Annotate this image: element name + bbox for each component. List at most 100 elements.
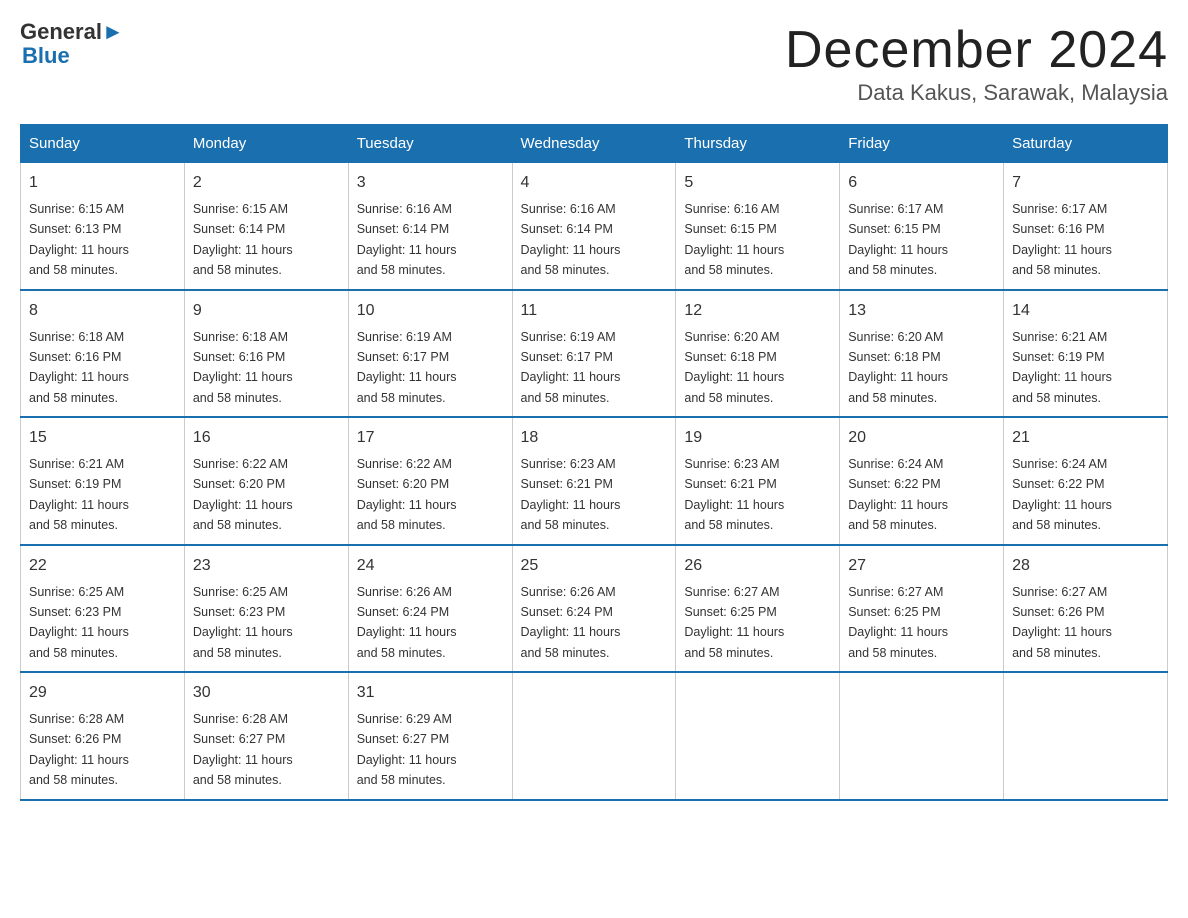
calendar-cell: 12 Sunrise: 6:20 AM Sunset: 6:18 PM Dayl… <box>676 290 840 418</box>
day-info: Sunrise: 6:27 AM Sunset: 6:25 PM Dayligh… <box>848 585 948 660</box>
day-info: Sunrise: 6:29 AM Sunset: 6:27 PM Dayligh… <box>357 712 457 787</box>
calendar-cell: 29 Sunrise: 6:28 AM Sunset: 6:26 PM Dayl… <box>21 672 185 800</box>
calendar-title: December 2024 <box>785 20 1168 80</box>
day-info: Sunrise: 6:18 AM Sunset: 6:16 PM Dayligh… <box>193 330 293 405</box>
calendar-cell: 26 Sunrise: 6:27 AM Sunset: 6:25 PM Dayl… <box>676 545 840 673</box>
page-header: General► Blue December 2024 Data Kakus, … <box>20 20 1168 106</box>
logo: General► Blue <box>20 20 124 68</box>
day-number: 17 <box>357 426 504 450</box>
day-number: 3 <box>357 171 504 195</box>
day-number: 30 <box>193 681 340 705</box>
calendar-table: SundayMondayTuesdayWednesdayThursdayFrid… <box>20 124 1168 801</box>
calendar-cell: 18 Sunrise: 6:23 AM Sunset: 6:21 PM Dayl… <box>512 417 676 545</box>
calendar-cell: 20 Sunrise: 6:24 AM Sunset: 6:22 PM Dayl… <box>840 417 1004 545</box>
calendar-cell: 27 Sunrise: 6:27 AM Sunset: 6:25 PM Dayl… <box>840 545 1004 673</box>
day-number: 20 <box>848 426 995 450</box>
day-number: 15 <box>29 426 176 450</box>
calendar-col-sunday: Sunday <box>21 125 185 163</box>
calendar-week-5: 29 Sunrise: 6:28 AM Sunset: 6:26 PM Dayl… <box>21 672 1168 800</box>
day-info: Sunrise: 6:15 AM Sunset: 6:14 PM Dayligh… <box>193 202 293 277</box>
calendar-cell: 13 Sunrise: 6:20 AM Sunset: 6:18 PM Dayl… <box>840 290 1004 418</box>
day-number: 22 <box>29 554 176 578</box>
day-number: 8 <box>29 299 176 323</box>
day-info: Sunrise: 6:27 AM Sunset: 6:26 PM Dayligh… <box>1012 585 1112 660</box>
calendar-week-4: 22 Sunrise: 6:25 AM Sunset: 6:23 PM Dayl… <box>21 545 1168 673</box>
calendar-cell: 10 Sunrise: 6:19 AM Sunset: 6:17 PM Dayl… <box>348 290 512 418</box>
calendar-cell: 2 Sunrise: 6:15 AM Sunset: 6:14 PM Dayli… <box>184 163 348 290</box>
day-number: 11 <box>521 299 668 323</box>
day-number: 2 <box>193 171 340 195</box>
calendar-cell: 22 Sunrise: 6:25 AM Sunset: 6:23 PM Dayl… <box>21 545 185 673</box>
day-number: 1 <box>29 171 176 195</box>
day-info: Sunrise: 6:28 AM Sunset: 6:27 PM Dayligh… <box>193 712 293 787</box>
calendar-cell <box>512 672 676 800</box>
calendar-cell <box>1004 672 1168 800</box>
title-block: December 2024 Data Kakus, Sarawak, Malay… <box>785 20 1168 106</box>
calendar-cell: 31 Sunrise: 6:29 AM Sunset: 6:27 PM Dayl… <box>348 672 512 800</box>
calendar-cell: 7 Sunrise: 6:17 AM Sunset: 6:16 PM Dayli… <box>1004 163 1168 290</box>
day-number: 29 <box>29 681 176 705</box>
calendar-col-monday: Monday <box>184 125 348 163</box>
day-info: Sunrise: 6:26 AM Sunset: 6:24 PM Dayligh… <box>357 585 457 660</box>
day-number: 26 <box>684 554 831 578</box>
day-number: 23 <box>193 554 340 578</box>
day-number: 31 <box>357 681 504 705</box>
calendar-col-wednesday: Wednesday <box>512 125 676 163</box>
day-number: 7 <box>1012 171 1159 195</box>
day-info: Sunrise: 6:23 AM Sunset: 6:21 PM Dayligh… <box>684 457 784 532</box>
day-info: Sunrise: 6:22 AM Sunset: 6:20 PM Dayligh… <box>357 457 457 532</box>
calendar-subtitle: Data Kakus, Sarawak, Malaysia <box>785 80 1168 106</box>
calendar-col-saturday: Saturday <box>1004 125 1168 163</box>
day-info: Sunrise: 6:16 AM Sunset: 6:14 PM Dayligh… <box>357 202 457 277</box>
day-number: 27 <box>848 554 995 578</box>
day-info: Sunrise: 6:19 AM Sunset: 6:17 PM Dayligh… <box>357 330 457 405</box>
calendar-cell: 9 Sunrise: 6:18 AM Sunset: 6:16 PM Dayli… <box>184 290 348 418</box>
calendar-col-friday: Friday <box>840 125 1004 163</box>
calendar-cell: 14 Sunrise: 6:21 AM Sunset: 6:19 PM Dayl… <box>1004 290 1168 418</box>
day-info: Sunrise: 6:28 AM Sunset: 6:26 PM Dayligh… <box>29 712 129 787</box>
calendar-week-2: 8 Sunrise: 6:18 AM Sunset: 6:16 PM Dayli… <box>21 290 1168 418</box>
calendar-cell: 16 Sunrise: 6:22 AM Sunset: 6:20 PM Dayl… <box>184 417 348 545</box>
calendar-cell: 4 Sunrise: 6:16 AM Sunset: 6:14 PM Dayli… <box>512 163 676 290</box>
day-info: Sunrise: 6:27 AM Sunset: 6:25 PM Dayligh… <box>684 585 784 660</box>
day-info: Sunrise: 6:25 AM Sunset: 6:23 PM Dayligh… <box>193 585 293 660</box>
day-info: Sunrise: 6:17 AM Sunset: 6:16 PM Dayligh… <box>1012 202 1112 277</box>
day-number: 16 <box>193 426 340 450</box>
day-number: 4 <box>521 171 668 195</box>
calendar-cell <box>840 672 1004 800</box>
calendar-cell: 17 Sunrise: 6:22 AM Sunset: 6:20 PM Dayl… <box>348 417 512 545</box>
day-info: Sunrise: 6:24 AM Sunset: 6:22 PM Dayligh… <box>848 457 948 532</box>
day-info: Sunrise: 6:26 AM Sunset: 6:24 PM Dayligh… <box>521 585 621 660</box>
day-info: Sunrise: 6:22 AM Sunset: 6:20 PM Dayligh… <box>193 457 293 532</box>
day-number: 5 <box>684 171 831 195</box>
calendar-cell: 25 Sunrise: 6:26 AM Sunset: 6:24 PM Dayl… <box>512 545 676 673</box>
calendar-header-row: SundayMondayTuesdayWednesdayThursdayFrid… <box>21 125 1168 163</box>
day-number: 18 <box>521 426 668 450</box>
day-info: Sunrise: 6:25 AM Sunset: 6:23 PM Dayligh… <box>29 585 129 660</box>
day-info: Sunrise: 6:15 AM Sunset: 6:13 PM Dayligh… <box>29 202 129 277</box>
calendar-col-thursday: Thursday <box>676 125 840 163</box>
calendar-cell: 19 Sunrise: 6:23 AM Sunset: 6:21 PM Dayl… <box>676 417 840 545</box>
day-info: Sunrise: 6:18 AM Sunset: 6:16 PM Dayligh… <box>29 330 129 405</box>
calendar-cell: 6 Sunrise: 6:17 AM Sunset: 6:15 PM Dayli… <box>840 163 1004 290</box>
calendar-cell <box>676 672 840 800</box>
calendar-cell: 5 Sunrise: 6:16 AM Sunset: 6:15 PM Dayli… <box>676 163 840 290</box>
calendar-cell: 8 Sunrise: 6:18 AM Sunset: 6:16 PM Dayli… <box>21 290 185 418</box>
day-number: 19 <box>684 426 831 450</box>
day-info: Sunrise: 6:20 AM Sunset: 6:18 PM Dayligh… <box>848 330 948 405</box>
day-number: 9 <box>193 299 340 323</box>
calendar-cell: 15 Sunrise: 6:21 AM Sunset: 6:19 PM Dayl… <box>21 417 185 545</box>
day-info: Sunrise: 6:21 AM Sunset: 6:19 PM Dayligh… <box>29 457 129 532</box>
day-info: Sunrise: 6:16 AM Sunset: 6:15 PM Dayligh… <box>684 202 784 277</box>
calendar-week-1: 1 Sunrise: 6:15 AM Sunset: 6:13 PM Dayli… <box>21 163 1168 290</box>
calendar-cell: 28 Sunrise: 6:27 AM Sunset: 6:26 PM Dayl… <box>1004 545 1168 673</box>
logo-blue-text: Blue <box>22 43 70 68</box>
calendar-cell: 21 Sunrise: 6:24 AM Sunset: 6:22 PM Dayl… <box>1004 417 1168 545</box>
calendar-col-tuesday: Tuesday <box>348 125 512 163</box>
day-number: 12 <box>684 299 831 323</box>
day-number: 25 <box>521 554 668 578</box>
day-number: 28 <box>1012 554 1159 578</box>
day-info: Sunrise: 6:21 AM Sunset: 6:19 PM Dayligh… <box>1012 330 1112 405</box>
day-number: 6 <box>848 171 995 195</box>
day-number: 10 <box>357 299 504 323</box>
